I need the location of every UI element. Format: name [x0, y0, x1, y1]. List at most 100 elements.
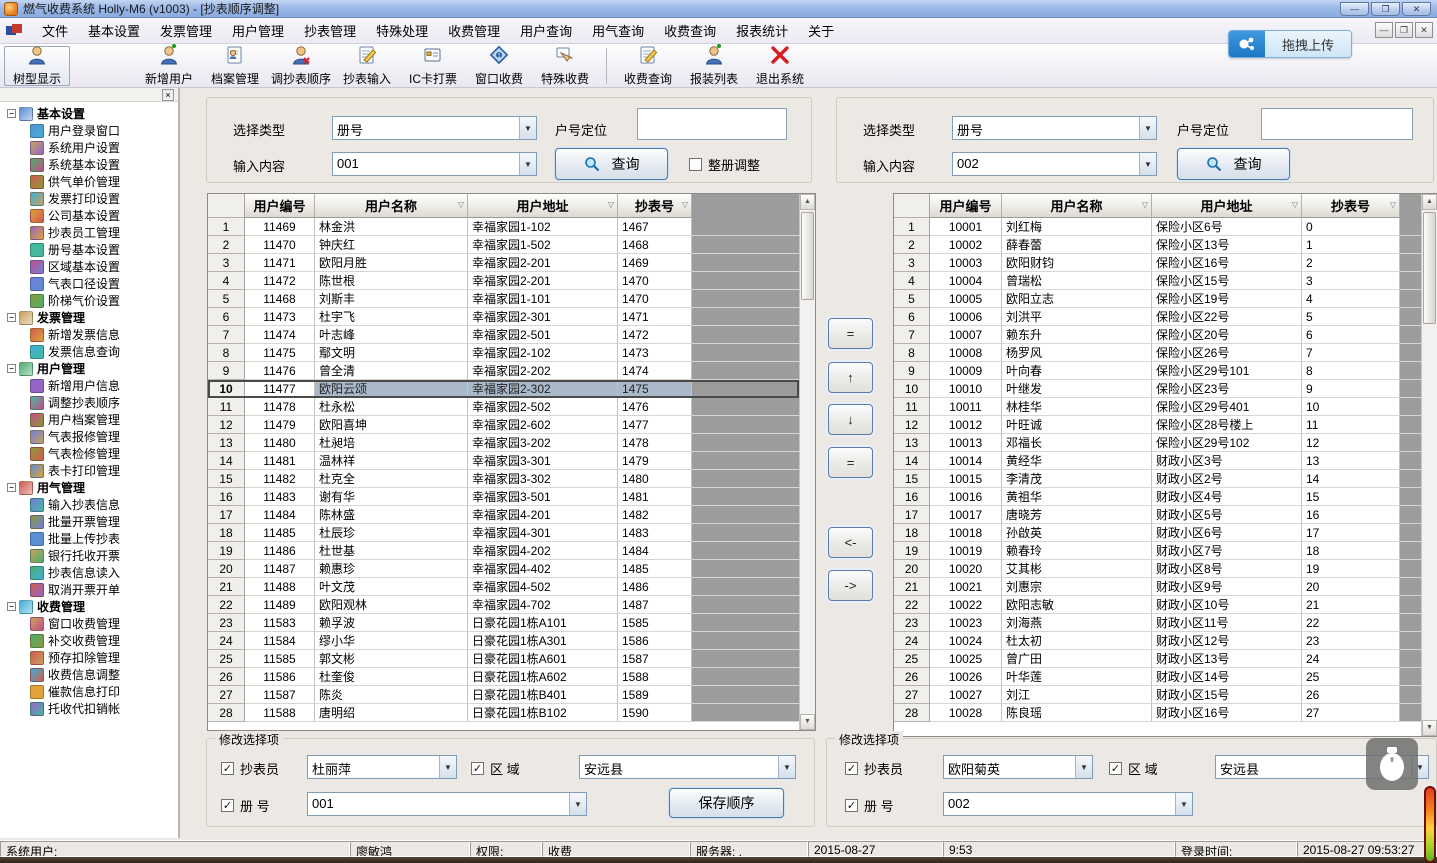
- table-row[interactable]: 2211489欧阳观林幸福家园4-7021487: [208, 596, 799, 614]
- table-cell[interactable]: 幸福家园3-301: [468, 452, 618, 470]
- tree-item[interactable]: 阶梯气价设置: [4, 292, 178, 309]
- table-cell[interactable]: 2: [1302, 254, 1400, 272]
- table-cell[interactable]: 10004: [930, 272, 1002, 290]
- equal-bottom-button[interactable]: =: [828, 447, 873, 478]
- table-row[interactable]: 911476曾全清幸福家园2-2021474: [208, 362, 799, 380]
- table-cell[interactable]: 幸福家园4-702: [468, 596, 618, 614]
- table-cell[interactable]: 日豪花园1栋A601: [468, 650, 618, 668]
- chevron-down-icon[interactable]: ▼: [1139, 117, 1156, 139]
- table-cell[interactable]: 8: [894, 344, 930, 362]
- table-cell[interactable]: 19: [1302, 560, 1400, 578]
- table-cell[interactable]: 幸福家园3-202: [468, 434, 618, 452]
- table-cell[interactable]: 财政小区2号: [1152, 470, 1302, 488]
- tree-item[interactable]: 册号基本设置: [4, 241, 178, 258]
- table-cell[interactable]: 财政小区13号: [1152, 650, 1302, 668]
- tree-item[interactable]: 气表报修管理: [4, 428, 178, 445]
- tree-item[interactable]: 补交收费管理: [4, 632, 178, 649]
- left-query-button[interactable]: 查询: [555, 148, 668, 180]
- left-book-checkbox[interactable]: ✓ 册 号: [221, 796, 270, 815]
- table-cell[interactable]: 20: [894, 560, 930, 578]
- mdi-close-button[interactable]: ✕: [1415, 22, 1433, 38]
- right-area-checkbox[interactable]: ✓ 区 域: [1109, 759, 1158, 778]
- table-cell[interactable]: 11481: [245, 452, 315, 470]
- table-cell[interactable]: 1587: [618, 650, 692, 668]
- table-cell[interactable]: 欧阳财钧: [1002, 254, 1152, 272]
- table-cell[interactable]: 14: [1302, 470, 1400, 488]
- table-row[interactable]: 2511585郭文彬日豪花园1栋A6011587: [208, 650, 799, 668]
- table-cell[interactable]: 幸福家园3-501: [468, 488, 618, 506]
- table-row[interactable]: 2311583赖孚波日豪花园1栋A1011585: [208, 614, 799, 632]
- table-cell[interactable]: 叶华莲: [1002, 668, 1152, 686]
- table-row[interactable]: 2111488叶文茂幸福家园4-5021486: [208, 578, 799, 596]
- table-row[interactable]: 2410024杜太初财政小区12号23: [894, 632, 1421, 650]
- table-row[interactable]: 1510015李清茂财政小区2号14: [894, 470, 1421, 488]
- menu-item-11[interactable]: 报表统计: [726, 18, 798, 43]
- scrollbar-thumb[interactable]: [1423, 212, 1436, 324]
- table-cell[interactable]: 11584: [245, 632, 315, 650]
- table-cell[interactable]: 幸福家园4-202: [468, 542, 618, 560]
- table-cell[interactable]: 钟庆红: [315, 236, 468, 254]
- table-cell[interactable]: 1590: [618, 704, 692, 722]
- table-cell[interactable]: 11471: [245, 254, 315, 272]
- tree-group-3[interactable]: −用户管理: [4, 360, 178, 377]
- table-cell[interactable]: 欧阳云颂: [315, 380, 468, 398]
- table-cell[interactable]: 11: [1302, 416, 1400, 434]
- table-cell[interactable]: 杜克全: [315, 470, 468, 488]
- table-row[interactable]: 2010020艾其彬财政小区8号19: [894, 560, 1421, 578]
- table-cell[interactable]: 唐晓芳: [1002, 506, 1152, 524]
- table-cell[interactable]: 22: [1302, 614, 1400, 632]
- table-cell[interactable]: 李清茂: [1002, 470, 1152, 488]
- table-cell[interactable]: 14: [894, 452, 930, 470]
- table-cell[interactable]: 10014: [930, 452, 1002, 470]
- table-row[interactable]: 110001刘红梅保险小区6号0: [894, 218, 1421, 236]
- table-cell[interactable]: 11478: [245, 398, 315, 416]
- table-cell[interactable]: 4: [208, 272, 245, 290]
- table-cell[interactable]: 10011: [930, 398, 1002, 416]
- table-cell[interactable]: 10024: [930, 632, 1002, 650]
- header-cell[interactable]: [208, 194, 245, 218]
- left-input-combo[interactable]: 001 ▼: [332, 152, 537, 176]
- table-cell[interactable]: 财政小区5号: [1152, 506, 1302, 524]
- table-cell[interactable]: 欧阳立志: [1002, 290, 1152, 308]
- tree-item[interactable]: 输入抄表信息: [4, 496, 178, 513]
- table-cell[interactable]: 赖孚波: [315, 614, 468, 632]
- table-cell[interactable]: 日豪花园1栋A101: [468, 614, 618, 632]
- table-row[interactable]: 510005欧阳立志保险小区19号4: [894, 290, 1421, 308]
- tree-item[interactable]: 新增用户信息: [4, 377, 178, 394]
- table-cell[interactable]: 1472: [618, 326, 692, 344]
- table-cell[interactable]: 28: [894, 704, 930, 722]
- table-cell[interactable]: 幸福家园2-502: [468, 398, 618, 416]
- tree-item[interactable]: 发票信息查询: [4, 343, 178, 360]
- table-cell[interactable]: 保险小区22号: [1152, 308, 1302, 326]
- table-cell[interactable]: 10016: [930, 488, 1002, 506]
- table-cell[interactable]: 11588: [245, 704, 315, 722]
- table-cell[interactable]: 16: [894, 488, 930, 506]
- table-cell[interactable]: 7: [1302, 344, 1400, 362]
- table-cell[interactable]: 1588: [618, 668, 692, 686]
- checkbox-icon[interactable]: ✓: [221, 799, 234, 812]
- header-cell[interactable]: 抄表号▽: [618, 194, 692, 218]
- tree-item[interactable]: 表卡打印管理: [4, 462, 178, 479]
- table-cell[interactable]: 财政小区3号: [1152, 452, 1302, 470]
- table-cell[interactable]: 11585: [245, 650, 315, 668]
- header-cell[interactable]: 用户编号: [930, 194, 1002, 218]
- right-book-combo[interactable]: 002 ▼: [943, 792, 1193, 816]
- table-cell[interactable]: 11473: [245, 308, 315, 326]
- table-cell[interactable]: 10010: [930, 380, 1002, 398]
- table-row[interactable]: 111469林金洪幸福家园1-1021467: [208, 218, 799, 236]
- table-cell[interactable]: 10026: [930, 668, 1002, 686]
- mdi-restore-button[interactable]: ❐: [1395, 22, 1413, 38]
- table-cell[interactable]: 幸福家园2-102: [468, 344, 618, 362]
- table-row[interactable]: 511468刘斯丰幸福家园1-1011470: [208, 290, 799, 308]
- table-cell[interactable]: 财政小区12号: [1152, 632, 1302, 650]
- table-cell[interactable]: 叶志峰: [315, 326, 468, 344]
- table-cell[interactable]: 19: [894, 542, 930, 560]
- tree-item[interactable]: 银行托收开票: [4, 547, 178, 564]
- table-cell[interactable]: 1476: [618, 398, 692, 416]
- table-cell[interactable]: 9: [894, 362, 930, 380]
- table-row[interactable]: 1711484陈林盛幸福家园4-2011482: [208, 506, 799, 524]
- table-cell[interactable]: 陈炎: [315, 686, 468, 704]
- toolbar-button-4[interactable]: 调抄表顺序: [268, 46, 334, 86]
- tree-item[interactable]: 催款信息打印: [4, 683, 178, 700]
- table-cell[interactable]: 27: [894, 686, 930, 704]
